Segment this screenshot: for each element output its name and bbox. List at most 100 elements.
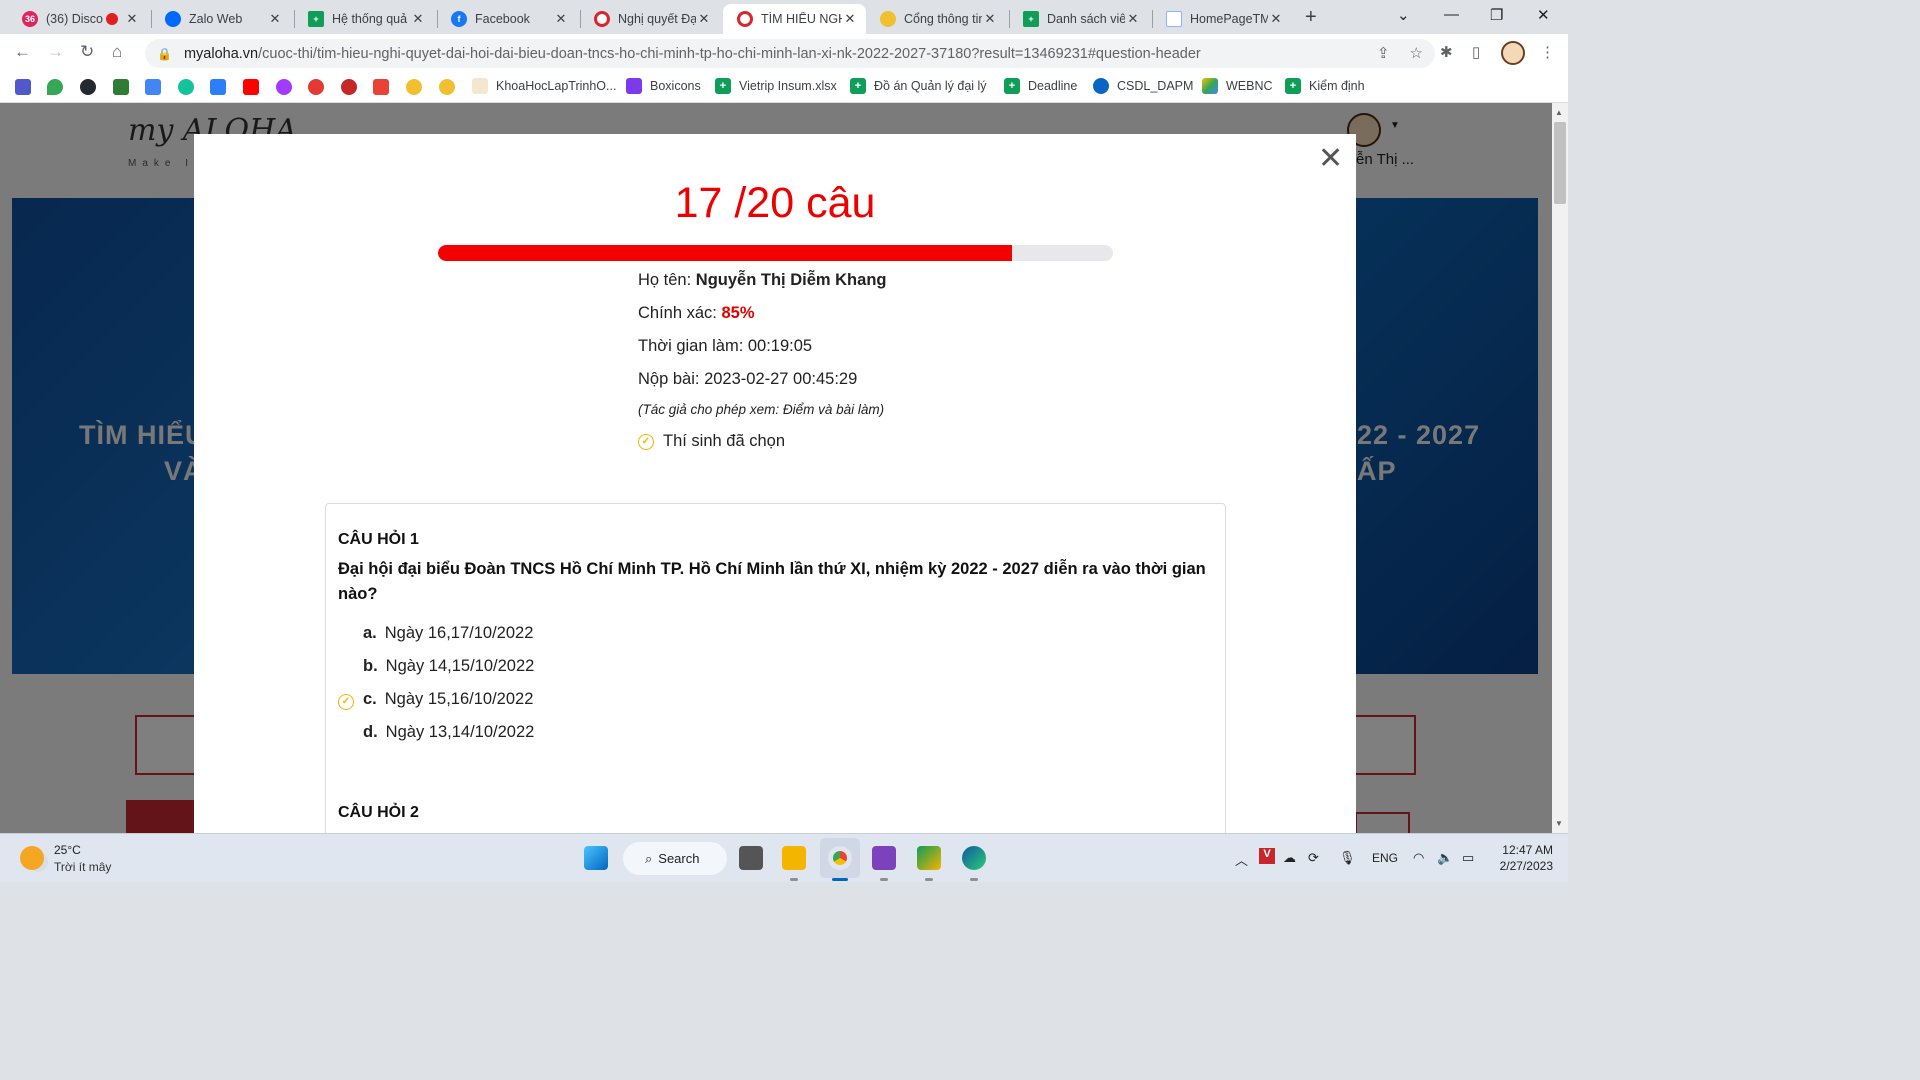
battery-icon[interactable]: ▭ bbox=[1462, 850, 1474, 866]
new-tab-icon[interactable]: + bbox=[1305, 6, 1317, 29]
taskbar-clock[interactable]: 12:47 AM 2/27/2023 bbox=[1496, 842, 1553, 874]
close-window-icon[interactable]: ✕ bbox=[1537, 6, 1550, 24]
maps-icon[interactable] bbox=[47, 79, 63, 95]
active-indicator bbox=[832, 878, 848, 881]
tab-homepagetm[interactable]: HomePageTM ✕ bbox=[1152, 4, 1292, 34]
v-app-icon[interactable]: V bbox=[1259, 848, 1275, 864]
close-tab-icon[interactable]: ✕ bbox=[267, 11, 283, 27]
tab-danh-sach[interactable]: + Danh sách viê ✕ bbox=[1009, 4, 1149, 34]
back-icon[interactable]: ← bbox=[14, 42, 31, 62]
start-icon[interactable] bbox=[584, 846, 608, 870]
close-tab-icon[interactable]: ✕ bbox=[410, 11, 426, 27]
tab-sheets-he-thong[interactable]: + Hệ thống quả ✕ bbox=[294, 4, 434, 34]
bookmark-deadline[interactable]: + Deadline bbox=[1004, 78, 1077, 94]
n-icon[interactable] bbox=[210, 79, 226, 95]
weather-description[interactable]: Trời ít mây bbox=[54, 860, 111, 874]
close-tab-icon[interactable]: ✕ bbox=[842, 11, 858, 27]
app-icon[interactable] bbox=[917, 846, 941, 870]
question-card: CÂU HỎI 1 Đại hội đại biểu Đoàn TNCS Hồ … bbox=[325, 503, 1226, 833]
taskbar-search[interactable]: ⌕ Search bbox=[623, 842, 727, 875]
running-indicator bbox=[925, 878, 933, 881]
share-icon[interactable]: ⇪ bbox=[1377, 44, 1390, 62]
cloud-icon[interactable]: ☁ bbox=[1283, 850, 1296, 866]
edge-icon[interactable] bbox=[962, 846, 986, 870]
tab-title: Zalo Web bbox=[189, 12, 243, 26]
tab-zalo[interactable]: Zalo Web ✕ bbox=[151, 4, 291, 34]
translate-icon[interactable] bbox=[145, 79, 161, 95]
tab-cong-thong-tin[interactable]: Cổng thông tin ✕ bbox=[866, 4, 1006, 34]
close-tab-icon[interactable]: ✕ bbox=[1125, 11, 1141, 27]
volume-icon[interactable]: 🔈 bbox=[1437, 850, 1453, 866]
bookmark-webnc[interactable]: WEBNC bbox=[1202, 78, 1273, 94]
question-number: CÂU HỎI 2 bbox=[338, 804, 419, 821]
teams-icon[interactable] bbox=[15, 79, 31, 95]
search-label: Search bbox=[658, 851, 700, 866]
side-panel-icon[interactable]: ▯ bbox=[1472, 43, 1480, 61]
home-icon[interactable]: ⌂ bbox=[112, 42, 122, 62]
microphone-icon[interactable]: 🎙 bbox=[1339, 850, 1356, 866]
bookmark-star-icon[interactable]: ☆ bbox=[1410, 44, 1423, 62]
bookmark-label: Boxicons bbox=[650, 79, 701, 93]
option-text: Ngày 13,14/10/2022 bbox=[385, 723, 535, 741]
close-icon[interactable]: ✕ bbox=[1318, 144, 1343, 174]
address-bar[interactable]: 🔒 myaloha.vn /cuoc-thi/tim-hieu-nghi-quy… bbox=[145, 39, 1435, 68]
close-tab-icon[interactable]: ✕ bbox=[124, 11, 140, 27]
page-scrollbar[interactable] bbox=[1552, 103, 1568, 833]
submit-row: Nộp bài: 2023-02-27 00:45:29 bbox=[638, 370, 857, 389]
bookmark-vietrip[interactable]: + Vietrip Insum.xlsx bbox=[715, 78, 837, 94]
sync-icon[interactable]: ⟳ bbox=[1308, 850, 1319, 866]
onedrive-icon bbox=[1093, 78, 1109, 94]
bookmark-csdl[interactable]: CSDL_DAPM bbox=[1093, 78, 1193, 94]
scrollbar-thumb[interactable] bbox=[1554, 122, 1566, 204]
gmail-icon[interactable] bbox=[373, 79, 389, 95]
forward-icon[interactable]: → bbox=[47, 42, 64, 62]
weather-temperature[interactable]: 25°C bbox=[54, 843, 81, 857]
tab-tim-hieu-active[interactable]: TÌM HIỂU NGH ✕ bbox=[723, 4, 866, 34]
task-view-icon[interactable] bbox=[739, 846, 763, 870]
google-sheets-icon: + bbox=[1023, 11, 1039, 27]
bookmark-do-an[interactable]: + Đồ án Quản lý đại lý bbox=[850, 78, 987, 94]
close-tab-icon[interactable]: ✕ bbox=[696, 11, 712, 27]
portal-icon[interactable] bbox=[439, 79, 455, 95]
partly-cloudy-icon[interactable] bbox=[20, 846, 44, 870]
scroll-up-icon[interactable]: ▲ bbox=[1555, 108, 1563, 117]
close-tab-icon[interactable]: ✕ bbox=[1268, 11, 1284, 27]
profile-avatar[interactable] bbox=[1501, 41, 1525, 65]
clock-time: 12:47 AM bbox=[1502, 843, 1553, 857]
discord-icon[interactable] bbox=[341, 79, 357, 95]
tab-nghi-quyet[interactable]: Nghị quyết Đạ ✕ bbox=[580, 4, 720, 34]
tab-title: Facebook bbox=[475, 12, 530, 26]
chevron-up-icon[interactable]: ︿ bbox=[1235, 850, 1248, 869]
portal-icon[interactable] bbox=[406, 79, 422, 95]
bookmark-kiem-dinh[interactable]: + Kiểm định bbox=[1285, 78, 1365, 94]
reload-icon[interactable]: ↻ bbox=[80, 42, 94, 62]
bookmark-khoahoc[interactable]: KhoaHocLapTrinhO... bbox=[472, 78, 616, 94]
visual-studio-icon[interactable] bbox=[872, 846, 896, 870]
grammarly-icon[interactable] bbox=[178, 79, 194, 95]
w-icon[interactable] bbox=[113, 79, 129, 95]
tab-search-icon[interactable]: ⌄ bbox=[1397, 6, 1410, 24]
file-explorer-icon[interactable] bbox=[782, 846, 806, 870]
minimize-icon[interactable]: — bbox=[1444, 6, 1459, 23]
bookmark-boxicons[interactable]: Boxicons bbox=[626, 78, 701, 94]
language-indicator[interactable]: ENG bbox=[1372, 851, 1398, 865]
youtube-icon[interactable] bbox=[243, 79, 259, 95]
restore-icon[interactable]: ❐ bbox=[1490, 6, 1503, 24]
tab-facebook[interactable]: f Facebook ✕ bbox=[437, 4, 577, 34]
messenger-icon[interactable] bbox=[276, 79, 292, 95]
chrome-icon[interactable] bbox=[828, 846, 852, 870]
running-indicator bbox=[880, 878, 888, 881]
wifi-icon[interactable]: ◠ bbox=[1413, 850, 1424, 866]
extensions-icon[interactable]: ✱ bbox=[1440, 43, 1453, 61]
lock-icon[interactable]: 🔒 bbox=[157, 47, 172, 61]
scroll-down-icon[interactable]: ▼ bbox=[1555, 819, 1563, 828]
menu-icon[interactable]: ⋮ bbox=[1540, 43, 1555, 61]
notification-icon[interactable] bbox=[308, 79, 324, 95]
legend-label: Thí sinh đã chọn bbox=[663, 432, 785, 450]
permission-note: (Tác giả cho phép xem: Điểm và bài làm) bbox=[638, 402, 885, 417]
close-tab-icon[interactable]: ✕ bbox=[982, 11, 998, 27]
github-icon[interactable] bbox=[80, 79, 96, 95]
option-text: Ngày 14,15/10/2022 bbox=[385, 657, 535, 675]
tab-discord[interactable]: 36 (36) Disco ✕ bbox=[8, 4, 148, 34]
close-tab-icon[interactable]: ✕ bbox=[553, 11, 569, 27]
